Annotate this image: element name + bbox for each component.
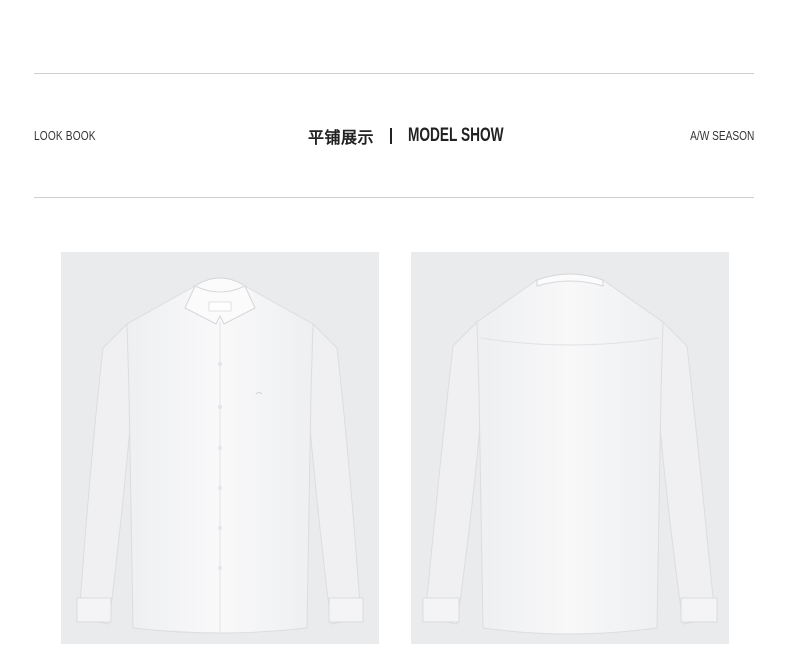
title-english: MODEL SHOW [408, 125, 504, 146]
season-label: A/W SEASON [689, 128, 754, 143]
title-separator [390, 128, 393, 144]
look-book-label: LOOK BOOK [34, 128, 96, 143]
top-divider-line [34, 73, 754, 74]
shirt-back-image [411, 252, 729, 644]
shirt-front-image [61, 252, 379, 644]
bottom-divider-line [34, 197, 754, 198]
section-header: LOOK BOOK 平铺展示 MODEL SHOW A/W SEASON [0, 120, 790, 154]
section-title: 平铺展示 MODEL SHOW [308, 124, 541, 148]
title-chinese: 平铺展示 [308, 130, 375, 147]
